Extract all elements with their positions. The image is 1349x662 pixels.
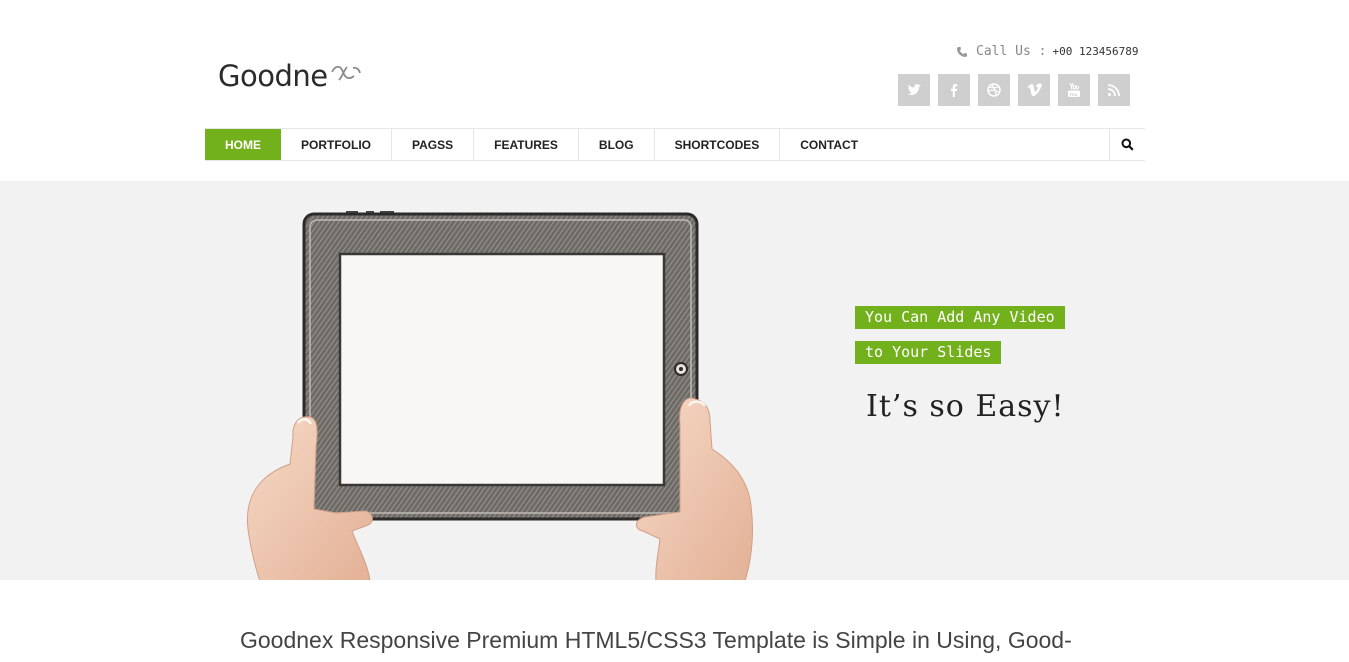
twitter-icon xyxy=(907,84,921,96)
search-button[interactable] xyxy=(1109,129,1145,160)
youtube-link[interactable]: You xyxy=(1058,74,1090,106)
nav-item-features[interactable]: FEATURES xyxy=(474,129,579,160)
slide-tagline: It’s so Easy! xyxy=(866,389,1065,424)
youtube-icon: You xyxy=(1068,82,1080,97)
nav-item-contact[interactable]: CONTACT xyxy=(780,129,878,160)
facebook-link[interactable] xyxy=(938,74,970,106)
slide-caption-line-1: You Can Add Any Video xyxy=(855,306,1065,329)
search-icon xyxy=(1121,138,1134,151)
phone-icon xyxy=(957,46,967,57)
vimeo-icon xyxy=(1027,83,1042,97)
call-label: Call Us : xyxy=(976,44,1047,59)
nav-item-shortcodes[interactable]: SHORTCODES xyxy=(655,129,781,160)
facebook-icon xyxy=(951,84,958,97)
site-logo[interactable]: Goodne xyxy=(218,58,363,98)
svg-text:You: You xyxy=(1069,92,1077,97)
nav-item-blog[interactable]: BLOG xyxy=(579,129,655,160)
rss-link[interactable] xyxy=(1098,74,1130,106)
rss-icon xyxy=(1107,84,1120,97)
hands-holding-tablet-image xyxy=(246,211,753,580)
contact-call: Call Us : +00 123456789 xyxy=(956,44,1139,59)
logo-script-x xyxy=(330,65,361,81)
nav-item-home[interactable]: HOME xyxy=(205,129,281,160)
call-number[interactable]: +00 123456789 xyxy=(1052,45,1138,58)
logo-text: Goodne xyxy=(218,59,328,93)
main-nav: HOME PORTFOLIO PAGSS FEATURES BLOG SHORT… xyxy=(205,128,1145,161)
twitter-link[interactable] xyxy=(898,74,930,106)
vimeo-link[interactable] xyxy=(1018,74,1050,106)
dribbble-link[interactable] xyxy=(978,74,1010,106)
slide-caption-line-2: to Your Slides xyxy=(855,341,1002,364)
dribbble-icon xyxy=(987,83,1001,97)
nav-item-portfolio[interactable]: PORTFOLIO xyxy=(281,129,392,160)
hero-slider: You Can Add Any Video to Your Slides It’… xyxy=(0,181,1349,580)
nav-item-pagss[interactable]: PAGSS xyxy=(392,129,475,160)
social-links: You xyxy=(898,74,1130,106)
intro-text: Goodnex Responsive Premium HTML5/CSS3 Te… xyxy=(240,627,1072,653)
